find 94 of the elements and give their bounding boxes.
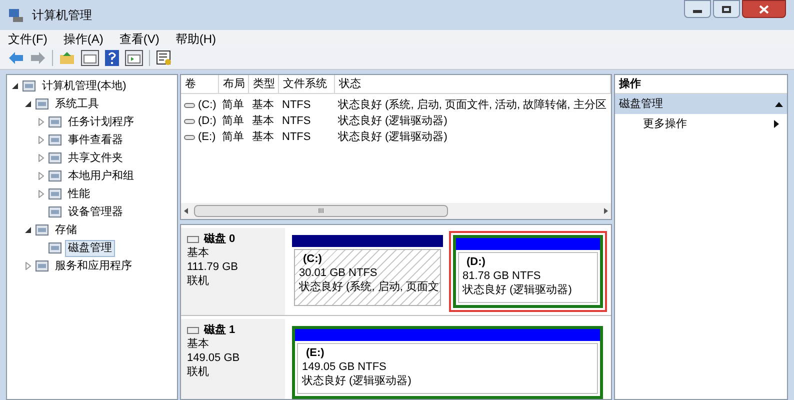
pane-toggle-icon[interactable] [125,50,143,66]
disk-status: 联机 [187,274,210,288]
column-header[interactable]: 状态 [335,75,611,93]
tree-node-icon [35,259,49,273]
collapse-arrow-icon[interactable] [775,102,783,106]
table-cell-text: 基本 [252,98,274,113]
menu-item[interactable]: 操作(A) [63,30,104,48]
menu-item[interactable]: 查看(V) [119,30,160,48]
scroll-left-icon[interactable] [184,208,188,214]
expand-arrow-icon[interactable] [37,172,45,180]
partition-status: 状态良好 (逻辑驱动器) [302,374,412,388]
action-item[interactable]: 更多操作 [615,114,787,134]
drive-icon [184,118,195,124]
tree-item[interactable]: 服务和应用程序 [52,258,135,274]
expand-arrow-icon[interactable] [37,154,45,162]
tree-node-icon [48,115,62,129]
close-icon [759,4,769,14]
tree-item[interactable]: 系统工具 [52,96,102,112]
window-title: 计算机管理 [32,7,92,24]
column-header[interactable]: 布局 [219,75,249,93]
expand-arrow-icon[interactable] [37,190,45,198]
expand-arrow-icon[interactable] [37,118,45,126]
maximize-button[interactable] [713,0,740,18]
table-cell-text: 简单 [222,114,244,129]
table-cell-text: 状态良好 (系统, 启动, 页面文件, 活动, 故障转储, 主分区 [338,98,606,113]
table-cell-text: 基本 [252,114,274,129]
collapse-arrow-icon[interactable] [24,100,32,108]
table-cell-text: (D:) [198,114,216,129]
tree-item[interactable]: 本地用户和组 [65,168,137,184]
minimize-button[interactable] [684,0,711,18]
table-cell-text: NTFS [282,98,311,113]
table-cell-text: 基本 [252,130,274,145]
partition-size: 81.78 GB NTFS [462,269,541,283]
submenu-arrow-icon [774,120,779,128]
table-cell-text: 状态良好 (逻辑驱动器) [338,130,448,145]
partition-status: 状态良好 (系统, 启动, 页面文 [299,280,439,294]
table-cell-text: (E:) [198,130,216,145]
partition-size: 149.05 GB NTFS [302,360,386,374]
scroll-right-icon[interactable] [604,208,608,214]
table-cell-text: NTFS [282,130,311,145]
tree-node-icon [48,169,62,183]
column-header[interactable]: 类型 [249,75,279,93]
tree-node-icon [35,223,49,237]
computer-icon [8,7,24,23]
action-section-header[interactable]: 磁盘管理 [615,94,787,114]
partition-size: 30.01 GB NTFS [299,266,378,280]
table-cell-text: NTFS [282,114,311,129]
table-cell-text: 状态良好 (逻辑驱动器) [338,114,448,129]
tree-item[interactable]: 设备管理器 [65,204,126,220]
table-cell-text: (C:) [198,98,216,113]
disk-size: 149.05 GB [187,351,241,365]
tree-item[interactable]: 存储 [52,222,80,238]
partition-label: (E:) [305,346,324,360]
disk-name: 磁盘 0 [204,232,236,246]
menu-item[interactable]: 文件(F) [8,30,48,48]
column-header[interactable]: 卷 [181,75,219,93]
partition-block[interactable]: (D:) 81.78 GB NTFS 状态良好 (逻辑驱动器) [448,231,607,312]
collapse-arrow-icon[interactable] [24,226,32,234]
tree-item[interactable]: 性能 [65,186,93,202]
tree-node-icon [48,241,62,255]
collapse-arrow-icon[interactable] [11,82,19,90]
disk-size: 111.79 GB [187,260,239,274]
tree-item[interactable]: 任务计划程序 [65,114,137,130]
partition-status: 状态良好 (逻辑驱动器) [462,283,572,297]
column-header[interactable]: 文件系统 [279,75,335,93]
disk-type: 基本 [187,246,210,260]
tree-node-icon [48,205,62,219]
table-cell-text: 简单 [222,98,244,113]
pane-toggle-icon[interactable] [81,50,99,66]
tree-item[interactable]: 计算机管理(本地) [39,78,130,94]
drive-icon [184,102,195,108]
tree-node-icon [35,97,49,111]
close-button[interactable] [742,0,786,18]
tree-node-icon [48,151,62,165]
table-cell-text: 简单 [222,130,244,145]
folder-up-icon[interactable] [59,51,75,65]
menu-item[interactable]: 帮助(H) [175,30,216,48]
expand-arrow-icon[interactable] [24,262,32,270]
tree-node-icon [48,187,62,201]
disk-name: 磁盘 1 [204,323,236,337]
tree-node-icon [48,133,62,147]
help-icon[interactable] [105,50,119,66]
tree-node-icon [22,79,36,93]
properties-icon[interactable] [156,50,172,66]
disk-type: 基本 [187,337,210,351]
tree-item[interactable]: 事件查看器 [65,132,126,148]
partition-label: (D:) [466,255,486,269]
disk-status: 联机 [187,365,210,379]
tree-item[interactable]: 磁盘管理 [65,240,115,256]
drive-icon [184,134,195,140]
expand-arrow-icon[interactable] [37,136,45,144]
back-arrow-icon[interactable] [8,51,24,65]
tree-item[interactable]: 共享文件夹 [65,150,126,166]
partition-label: (C:) [302,252,322,266]
